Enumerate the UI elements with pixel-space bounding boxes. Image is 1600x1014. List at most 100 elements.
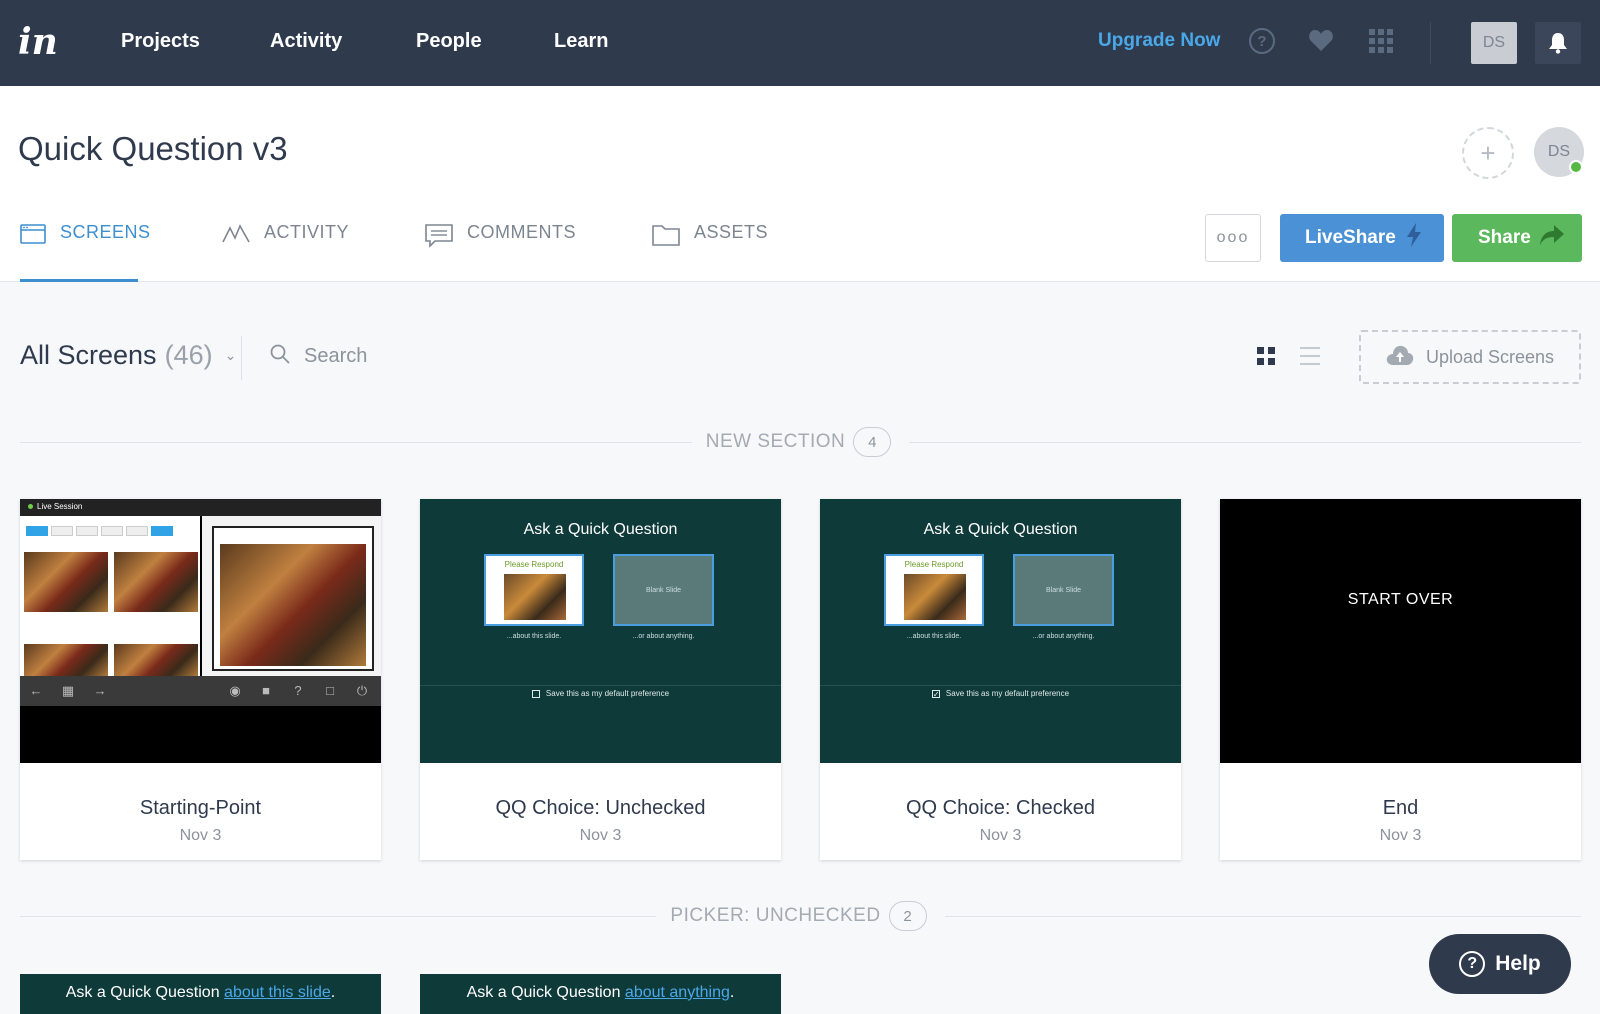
picker-prefix: Ask a Quick Question — [466, 984, 625, 1001]
forward-arrow-icon: → — [93, 683, 107, 698]
blank-slide-label: Blank Slide — [613, 554, 714, 626]
search-box — [270, 344, 504, 369]
section-header: NEW SECTION 4 — [20, 427, 1581, 457]
filter-count: (46) — [164, 340, 213, 370]
picker-period: . — [729, 984, 735, 1001]
project-header: Quick Question v3 + DS SCREENS ACTIVITY … — [0, 86, 1600, 282]
folder-icon — [652, 224, 680, 251]
grid-view-icon[interactable] — [1256, 346, 1276, 366]
upload-screens-button[interactable]: Upload Screens — [1359, 330, 1581, 384]
tab-screens-label: SCREENS — [60, 222, 151, 242]
lock-icon: ■ — [262, 683, 270, 698]
section-count-badge: 4 — [853, 427, 892, 457]
section-count-badge: 2 — [888, 901, 927, 931]
screen-thumbnail: Ask a Quick Question Please Respond Blan… — [820, 499, 1181, 763]
save-pref-label: Save this as my default preference — [945, 689, 1070, 698]
search-input[interactable] — [304, 345, 504, 368]
nav-divider — [1430, 22, 1431, 64]
comments-icon — [425, 224, 453, 253]
about-anything-caption: ...or about anything. — [1032, 633, 1095, 640]
share-label: Share — [1478, 227, 1531, 248]
question-icon: ? — [294, 683, 302, 698]
tab-activity[interactable]: ACTIVITY — [222, 222, 349, 282]
share-button[interactable]: Share — [1452, 214, 1582, 262]
tab-comments-label: COMMENTS — [467, 222, 576, 242]
screen-title: QQ Choice: Unchecked — [495, 797, 706, 819]
checkbox-unchecked — [531, 689, 540, 698]
screen-card[interactable]: Ask a Quick Question Please Respond Blan… — [420, 499, 781, 860]
top-nav: in Projects Activity People Learn Upgrad… — [0, 0, 1600, 86]
tab-activity-label: ACTIVITY — [264, 222, 350, 242]
heart-icon[interactable] — [1306, 26, 1336, 56]
picker-link: about this slide — [224, 984, 331, 1001]
nav-learn[interactable]: Learn — [554, 30, 608, 53]
screen-thumbnail-partial[interactable]: Ask a Quick Question about this slide. — [20, 974, 381, 1014]
checkmark-icon: ✓ — [931, 689, 940, 699]
upload-label: Upload Screens — [1425, 346, 1555, 367]
nav-people[interactable]: People — [416, 30, 482, 53]
section-label: PICKER: UNCHECKED — [670, 905, 881, 926]
please-respond-label: Please Respond — [504, 560, 564, 569]
screen-card[interactable]: START OVER End Nov 3 — [1220, 499, 1581, 860]
tab-comments[interactable]: COMMENTS — [425, 222, 576, 282]
screen-thumbnail: START OVER — [1220, 499, 1581, 763]
picker-period: . — [330, 984, 336, 1001]
tab-assets[interactable]: ASSETS — [652, 222, 768, 282]
screen-thumbnail: Live Session ← ▦ → ◉ ■ ? □ ⏻ — [20, 499, 381, 763]
screen-thumbnail: Ask a Quick Question Please Respond Blan… — [420, 499, 781, 763]
liveshare-label: LiveShare — [1305, 227, 1396, 248]
screen-title: QQ Choice: Checked — [906, 797, 1095, 819]
screen-title: End — [1382, 797, 1419, 819]
list-view-icon[interactable] — [1300, 346, 1320, 366]
picker-link: about anything — [624, 984, 730, 1001]
screens-icon — [20, 224, 46, 249]
online-status-dot — [1569, 160, 1583, 174]
live-session-label: Live Session — [37, 502, 83, 511]
eye-icon: ◉ — [229, 683, 241, 698]
screen-thumbnail-partial[interactable]: Ask a Quick Question about anything. — [420, 974, 781, 1014]
please-respond-label: Please Respond — [904, 560, 964, 569]
project-title: Quick Question v3 — [18, 130, 288, 167]
blank-slide-label: Blank Slide — [1013, 554, 1114, 626]
section-label: NEW SECTION — [705, 431, 846, 452]
add-collaborator-button[interactable]: + — [1462, 127, 1514, 179]
liveshare-button[interactable]: LiveShare — [1280, 214, 1444, 262]
screen-card[interactable]: Live Session ← ▦ → ◉ ■ ? □ ⏻ Starting-Po… — [20, 499, 381, 860]
about-slide-caption: ...about this slide. — [506, 633, 562, 640]
more-options-button[interactable]: ooo — [1205, 214, 1261, 262]
activity-icon — [222, 224, 250, 249]
cloud-upload-icon — [1386, 344, 1414, 371]
back-arrow-icon: ← — [29, 683, 43, 698]
help-icon[interactable]: ? — [1247, 26, 1277, 56]
nav-projects[interactable]: Projects — [121, 30, 200, 53]
about-slide-caption: ...about this slide. — [906, 633, 962, 640]
upgrade-now-link[interactable]: Upgrade Now — [1098, 30, 1220, 52]
thumb-question-title: Ask a Quick Question — [923, 521, 1078, 538]
screen-date: Nov 3 — [179, 827, 222, 844]
bell-icon[interactable] — [1535, 22, 1581, 64]
screen-date: Nov 3 — [1379, 827, 1422, 844]
screen-date: Nov 3 — [979, 827, 1022, 844]
toolbar-divider — [241, 336, 242, 380]
help-button[interactable]: ? Help — [1429, 934, 1571, 994]
screens-filter-dropdown[interactable]: All Screens (46) ⌄ — [20, 340, 236, 371]
power-icon: ⏻ — [356, 683, 368, 698]
presentation-icon: □ — [326, 683, 334, 698]
share-arrow-icon — [1540, 225, 1564, 251]
screen-title: Starting-Point — [139, 797, 262, 819]
save-pref-label: Save this as my default preference — [545, 689, 670, 698]
thumb-question-title: Ask a Quick Question — [523, 521, 678, 538]
invision-logo[interactable]: in — [18, 22, 60, 62]
picker-prefix: Ask a Quick Question — [65, 984, 225, 1001]
section-header: PICKER: UNCHECKED 2 — [20, 901, 1581, 931]
start-over-label: START OVER — [1347, 591, 1454, 608]
screen-card[interactable]: Ask a Quick Question Please Respond Blan… — [820, 499, 1181, 860]
tab-assets-label: ASSETS — [694, 222, 769, 242]
apps-grid-icon[interactable] — [1366, 26, 1396, 56]
filter-label: All Screens — [20, 340, 157, 370]
help-circle-icon: ? — [1459, 951, 1486, 977]
nav-avatar[interactable]: DS — [1471, 22, 1517, 64]
tab-screens[interactable]: SCREENS — [20, 222, 150, 282]
chevron-down-icon: ⌄ — [224, 347, 237, 363]
nav-activity[interactable]: Activity — [270, 30, 342, 53]
